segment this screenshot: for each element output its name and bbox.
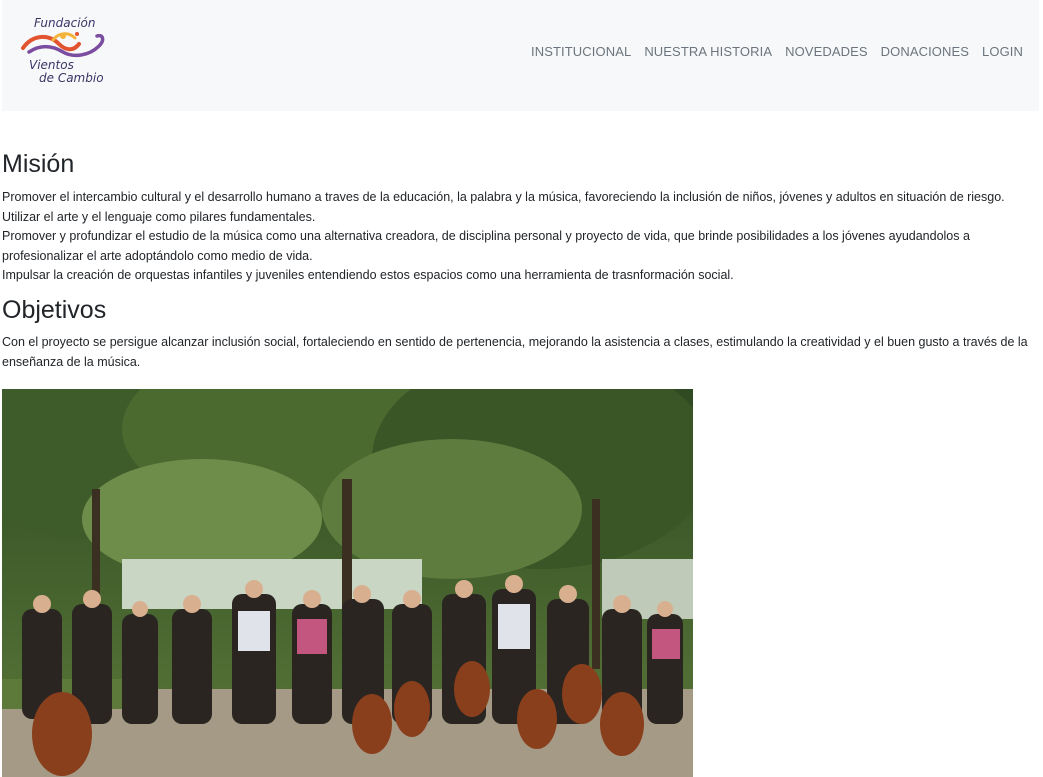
mision-line: Impulsar la creación de orquestas infant… [2,268,734,282]
nav-nuestra-historia[interactable]: NUESTRA HISTORIA [638,44,779,59]
objetivos-line: enseñanza de la música. [2,354,141,369]
logo-text-vientos: Vientos [29,58,74,72]
objetivos-text: Con el proyecto se persigue alcanzar inc… [2,333,1042,372]
logo-text-fundacion: Fundación [34,16,96,30]
mision-text: Promover el intercambio cultural y el de… [2,188,1042,286]
objetivos-heading: Objetivos [2,296,107,324]
nav-donaciones[interactable]: DONACIONES [874,44,975,59]
navbar: Fundación Vientos de Cambio INSTITUCIONA… [2,0,1039,111]
nav-institucional[interactable]: INSTITUCIONAL [525,44,638,59]
logo[interactable]: Fundación Vientos de Cambio [19,12,111,92]
mision-line: Promover el intercambio cultural y el de… [2,190,1005,204]
orchestra-group-photo [2,389,693,777]
nav-login[interactable]: LOGIN [976,44,1023,59]
mision-heading: Misión [2,150,75,178]
logo-text-de-cambio: de Cambio [39,71,104,85]
nav-novedades[interactable]: NOVEDADES [779,44,875,59]
mision-line: profesionalizar el arte adoptándolo como… [2,248,313,263]
mision-line: Utilizar el arte y el lenguaje como pila… [2,209,316,224]
objetivos-line: Con el proyecto se persigue alcanzar inc… [2,335,1028,349]
main-nav: INSTITUCIONAL NUESTRA HISTORIA NOVEDADES… [525,44,1023,59]
mision-line: Promover y profundizar el estudio de la … [2,229,970,243]
